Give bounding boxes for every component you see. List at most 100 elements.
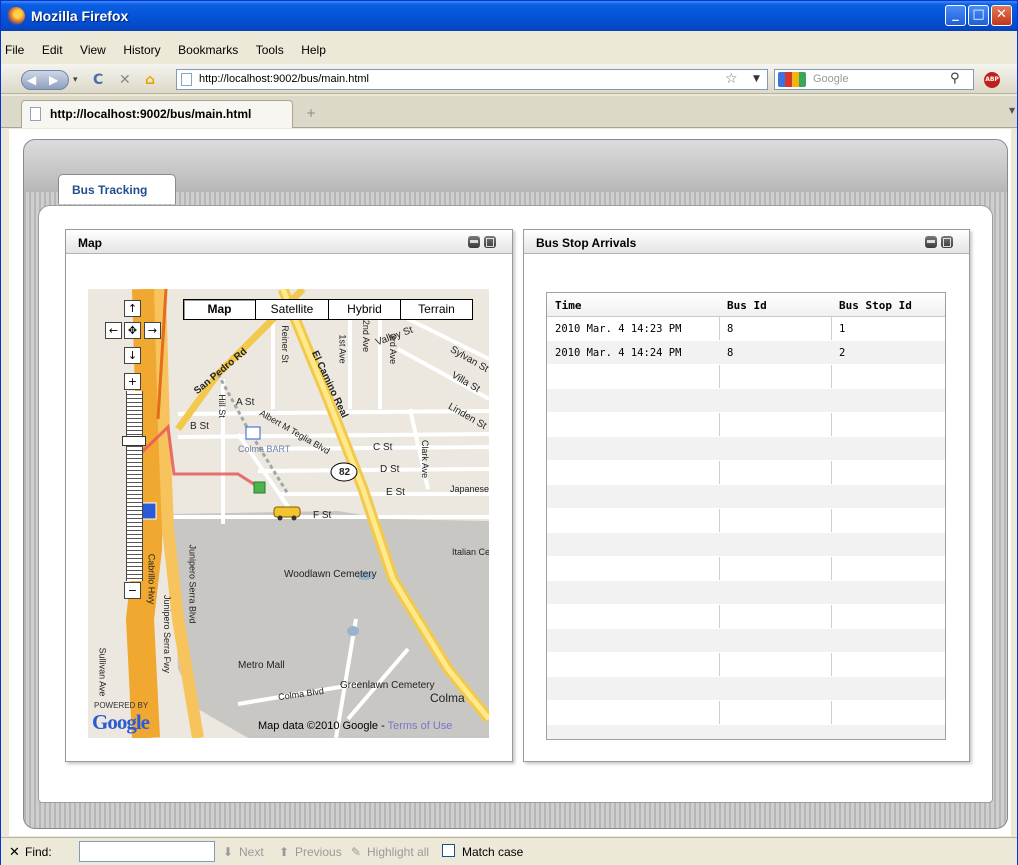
map-label: Hill St	[216, 394, 227, 418]
bus-icon[interactable]	[273, 506, 301, 518]
address-bar[interactable]: http://localhost:9002/bus/main.html ☆ ▼	[176, 69, 768, 90]
pond	[347, 626, 359, 636]
tab-bus-tracking[interactable]: Bus Tracking	[58, 174, 176, 204]
url-dropdown-icon[interactable]: ▼	[753, 74, 760, 84]
maximize-panel-icon[interactable]	[484, 236, 496, 248]
map-type-map[interactable]: Map	[183, 299, 256, 320]
highlighter-icon[interactable]: ✎	[351, 845, 361, 859]
map-label: Colma	[430, 691, 465, 705]
bart-station-icon[interactable]	[245, 426, 261, 440]
adblock-icon[interactable]: ABP	[984, 72, 1000, 88]
tab-strip: http://localhost:9002/bus/main.html + ▼	[1, 96, 1017, 128]
column-header-time[interactable]: Time	[555, 299, 582, 312]
menu-history[interactable]: History	[116, 41, 167, 57]
table-row[interactable]: 2010 Mar. 4 14:24 PM 8 2	[547, 341, 945, 365]
map-type-satellite[interactable]: Satellite	[255, 299, 329, 320]
browser-tab-label[interactable]: http://localhost:9002/bus/main.html	[50, 107, 251, 121]
highlight-all-button[interactable]: Highlight all	[367, 845, 429, 859]
map-view[interactable]: San Pedro Rd El Camino Real Reiner St 2n…	[88, 289, 489, 738]
bus-wheel	[277, 515, 283, 521]
column-header-bus-stop-id[interactable]: Bus Stop Id	[839, 299, 912, 312]
bookmark-star-icon[interactable]: ☆	[725, 71, 738, 87]
minimize-panel-icon[interactable]	[468, 236, 480, 248]
menu-tools[interactable]: Tools	[249, 41, 291, 57]
map-label: F St	[313, 510, 332, 521]
next-arrow-icon[interactable]: ⬇	[223, 845, 233, 859]
home-icon[interactable]: ⌂	[145, 72, 155, 88]
firefox-icon	[7, 7, 25, 25]
pan-right-icon[interactable]: →	[144, 322, 161, 339]
search-engine-icon[interactable]	[778, 72, 806, 87]
search-bar[interactable]: Google ⚲	[774, 69, 974, 90]
match-case-checkbox[interactable]	[442, 844, 455, 857]
table-row[interactable]: 2010 Mar. 4 14:23 PM 8 1	[547, 317, 945, 341]
map-label: Clark Ave	[420, 439, 431, 479]
table-body: 2010 Mar. 4 14:23 PM 8 1 2010 Mar. 4 14:…	[547, 317, 945, 739]
zoom-out-icon[interactable]: −	[124, 582, 141, 599]
page-icon	[181, 73, 192, 86]
zoom-slider-handle[interactable]	[122, 436, 146, 446]
empty-table-row	[547, 389, 945, 413]
terms-of-use-link[interactable]: Terms of Use	[388, 720, 453, 732]
tab-list-icon[interactable]: ▼	[1009, 106, 1015, 115]
history-dropdown-icon[interactable]: ▾	[73, 75, 78, 85]
page-content: Bus Tracking Map San Pedro Rd El Camino …	[9, 129, 1011, 836]
minimize-panel-icon[interactable]	[925, 236, 937, 248]
browser-tab-active[interactable]: http://localhost:9002/bus/main.html	[21, 100, 293, 128]
search-placeholder[interactable]: Google	[813, 73, 848, 85]
arrivals-panel: Bus Stop Arrivals Time Bus Id Bus Stop I…	[523, 229, 970, 762]
close-find-bar-icon[interactable]: ✕	[9, 844, 20, 860]
empty-table-row	[547, 485, 945, 509]
pan-down-icon[interactable]: ↓	[124, 347, 141, 364]
map-type-selector: Map Satellite Hybrid Terrain	[183, 299, 473, 320]
url-text[interactable]: http://localhost:9002/bus/main.html	[199, 73, 369, 85]
table-header: Time Bus Id Bus Stop Id	[547, 293, 945, 317]
menu-view[interactable]: View	[73, 41, 113, 57]
previous-arrow-icon[interactable]: ⬆	[279, 845, 289, 859]
powered-by-text: POWERED BY	[94, 701, 149, 710]
new-tab-button[interactable]: +	[299, 102, 323, 124]
find-next-button[interactable]: Next	[239, 845, 264, 859]
zoom-slider-track[interactable]	[126, 391, 143, 581]
empty-table-row	[547, 557, 945, 581]
map-label: Greenlawn Cemetery	[340, 680, 435, 691]
back-arrow-icon[interactable]: ◀	[27, 73, 36, 87]
back-forward-buttons[interactable]: ◀ ▶	[21, 70, 69, 90]
menu-edit[interactable]: Edit	[35, 41, 70, 57]
empty-table-row	[547, 725, 945, 739]
map-label: E St	[386, 487, 405, 498]
menu-file[interactable]: File	[1, 41, 31, 57]
map-label: A St	[236, 397, 255, 408]
cell-bus-stop-id: 1	[839, 323, 846, 335]
page-icon	[30, 107, 41, 121]
map-panel: Map San Pedro Rd El Camino Real Reiner S…	[65, 229, 513, 762]
close-button[interactable]: ✕	[991, 5, 1012, 26]
cell-time: 2010 Mar. 4 14:23 PM	[555, 323, 682, 335]
map-label: Junipero Serra Blvd	[187, 544, 198, 624]
search-icon[interactable]: ⚲	[950, 71, 960, 86]
empty-table-row	[547, 365, 945, 389]
map-label: Japanese Cemetery	[450, 484, 489, 494]
tab-bus-tracking-label[interactable]: Bus Tracking	[72, 183, 147, 197]
map-panel-header: Map	[66, 230, 512, 254]
forward-arrow-icon[interactable]: ▶	[49, 73, 58, 87]
pan-center-icon[interactable]: ✥	[124, 322, 141, 339]
maximize-panel-icon[interactable]	[941, 236, 953, 248]
column-header-bus-id[interactable]: Bus Id	[727, 299, 767, 312]
google-logo[interactable]: Google	[92, 710, 150, 735]
minimize-button[interactable]: _	[945, 5, 966, 26]
zoom-in-icon[interactable]: +	[124, 373, 141, 390]
find-input[interactable]	[79, 841, 215, 862]
pan-up-icon[interactable]: ↑	[124, 300, 141, 317]
find-previous-button[interactable]: Previous	[295, 845, 342, 859]
menu-help[interactable]: Help	[294, 41, 333, 57]
reload-icon[interactable]: C	[93, 72, 103, 88]
maximize-button[interactable]: □	[968, 5, 989, 26]
bus-stop-marker[interactable]	[253, 481, 266, 494]
match-case-label[interactable]: Match case	[462, 845, 523, 859]
map-type-hybrid[interactable]: Hybrid	[328, 299, 401, 320]
stop-icon[interactable]: ✕	[119, 72, 131, 88]
menu-bookmarks[interactable]: Bookmarks	[171, 41, 245, 57]
map-type-terrain[interactable]: Terrain	[400, 299, 473, 320]
pan-left-icon[interactable]: ←	[105, 322, 122, 339]
